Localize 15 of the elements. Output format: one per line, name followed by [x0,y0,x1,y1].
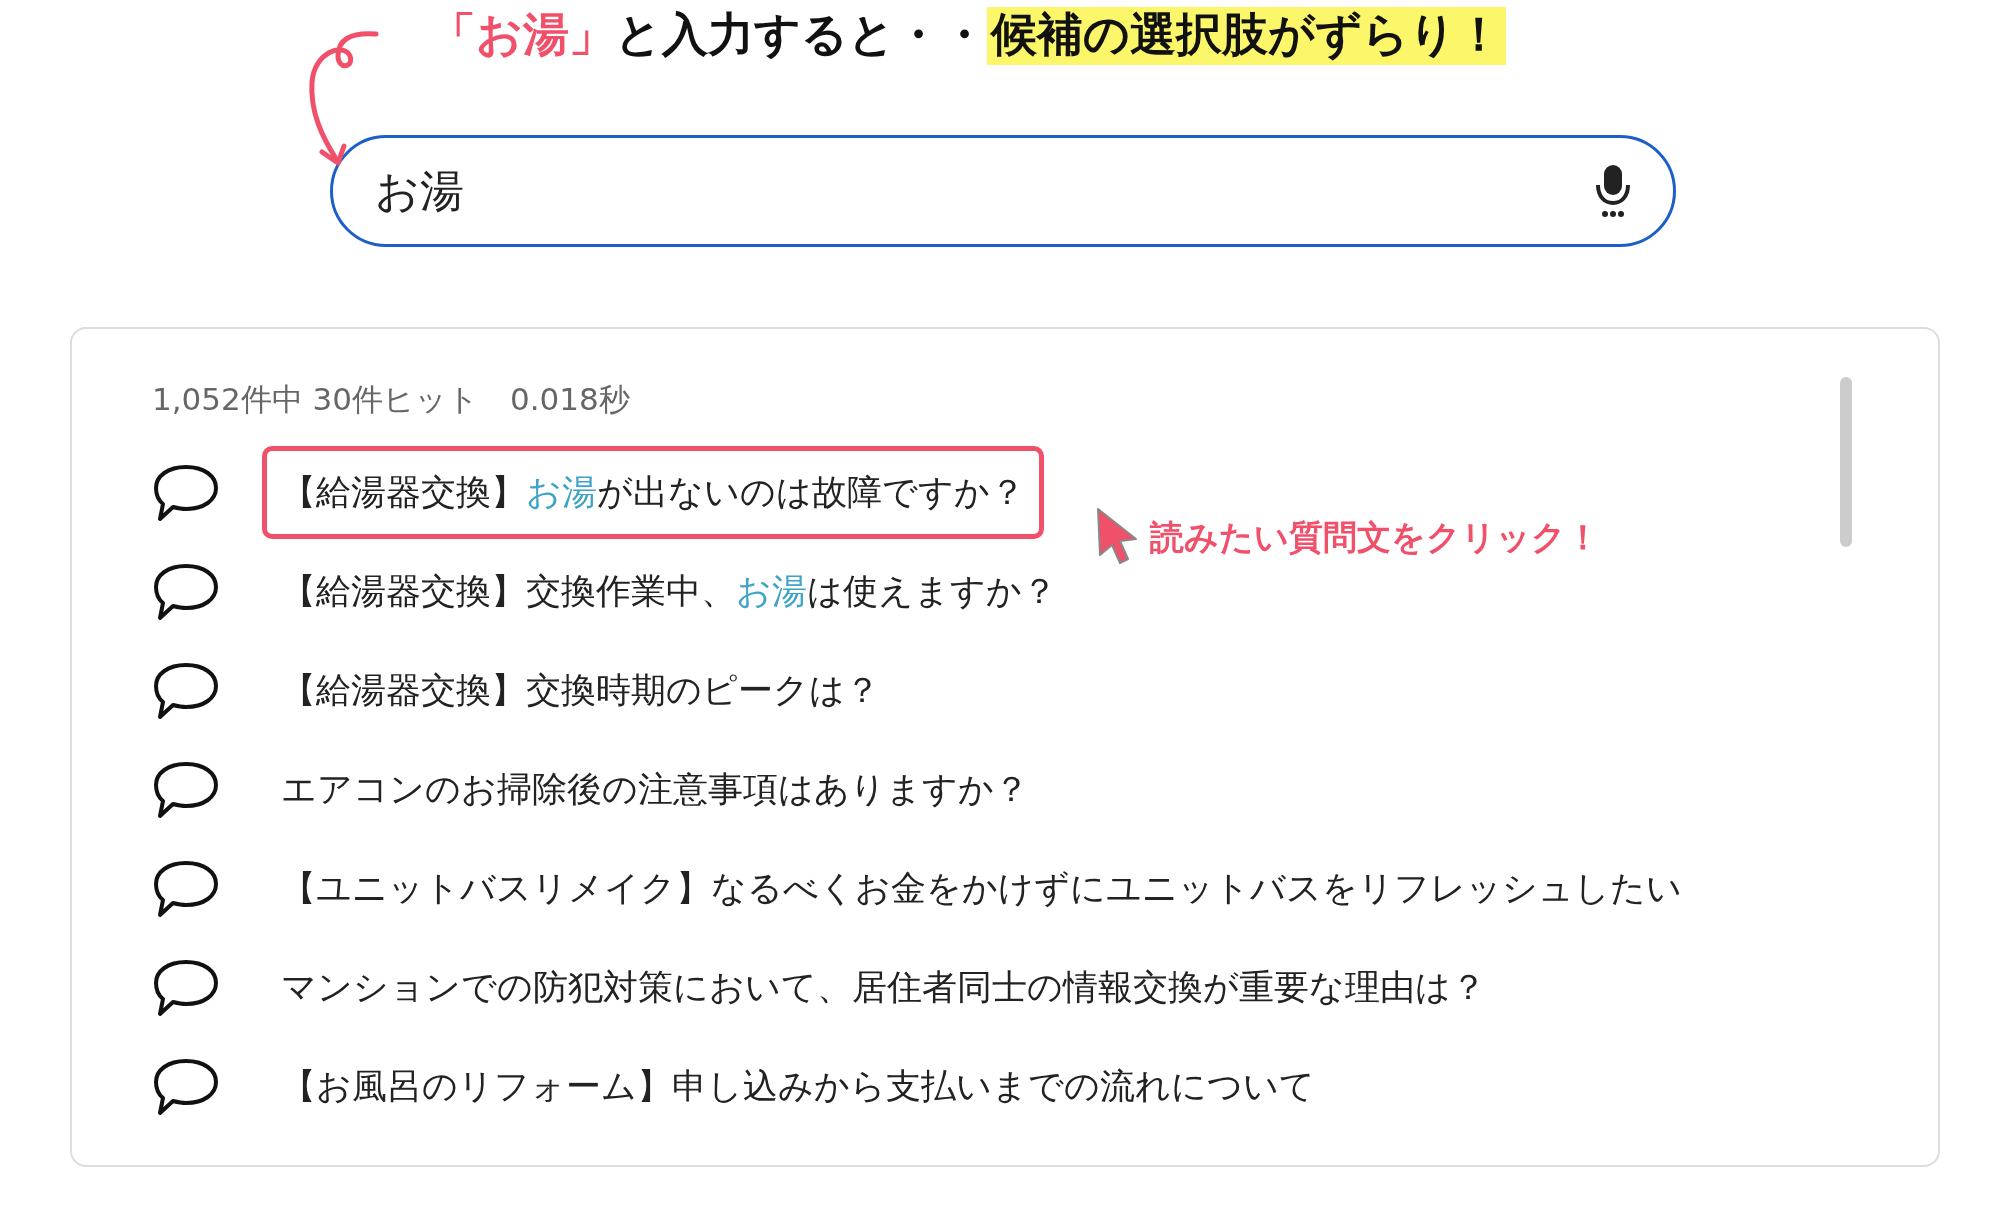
speech-bubble-icon [152,462,220,523]
speech-bubble-icon [152,957,220,1018]
search-input[interactable]: お湯 [373,164,1593,218]
scrollbar[interactable] [1840,377,1852,547]
annotation-heading: 「お湯」と入力すると・・候補の選択肢がずらり！ [430,4,1506,66]
speech-bubble-icon [152,759,220,820]
speech-bubble-icon [152,561,220,622]
search-field[interactable]: お湯 [330,135,1676,247]
callout-label: 読みたい質問文をクリック！ [1150,516,1600,559]
speech-bubble-icon [152,660,220,721]
result-summary: 1,052件中 30件ヒット 0.018秒 [152,380,631,419]
speech-bubble-icon [152,1056,220,1117]
question-link[interactable]: 【給湯器交換】お湯が出ないのは故障ですか？ [262,446,1044,539]
speech-bubble-icon [152,858,220,919]
microphone-icon[interactable] [1593,163,1633,219]
